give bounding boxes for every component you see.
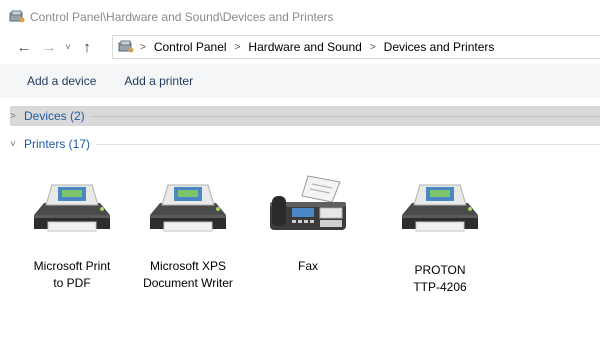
printer-label-line1: PROTON [414, 263, 466, 277]
chevron-right-icon: > [10, 110, 16, 122]
group-label-printers: Printers (17) [24, 137, 91, 151]
breadcrumb-separator-icon[interactable]: > [370, 42, 376, 53]
address-bar[interactable]: > Control Panel > Hardware and Sound > D… [112, 35, 600, 59]
control-panel-icon [118, 40, 134, 53]
printer-item-proton-ttp-4206[interactable]: PROTON TTP-4206 [388, 168, 492, 296]
back-arrow-icon: ← [16, 38, 32, 56]
forward-arrow-icon: → [41, 38, 57, 56]
printer-label-line2: Document Writer [143, 276, 233, 290]
chevron-down-icon: ˅ [10, 138, 16, 150]
up-button[interactable]: ↑ [76, 36, 98, 58]
printer-icon [402, 184, 478, 232]
breadcrumb-control-panel[interactable]: Control Panel [154, 40, 227, 54]
printer-label-line1: Microsoft Print [33, 259, 111, 273]
add-printer-button[interactable]: Add a printer [110, 64, 207, 98]
printer-label-line2: to PDF [53, 276, 91, 290]
forward-button[interactable]: → [38, 36, 60, 58]
printer-item-microsoft-xps-document-writer[interactable]: Microsoft XPS Document Writer [136, 168, 240, 292]
back-button[interactable]: ← [13, 36, 35, 58]
printer-label-line1: Fax [297, 259, 318, 273]
group-divider [90, 115, 600, 117]
control-panel-icon [9, 10, 25, 23]
printer-icon [150, 184, 226, 232]
fax-icon [270, 175, 346, 230]
printer-icon [34, 184, 110, 232]
add-device-button[interactable]: Add a device [0, 64, 110, 98]
breadcrumb-hardware-and-sound[interactable]: Hardware and Sound [248, 40, 361, 54]
printer-item-fax[interactable]: Fax [256, 168, 360, 275]
group-header-devices[interactable]: > Devices (2) [10, 106, 600, 126]
chevron-down-icon: ˅ [65, 42, 71, 52]
group-divider [96, 143, 600, 145]
breadcrumb-separator-icon[interactable]: > [235, 42, 241, 53]
title-bar: Control Panel\Hardware and Sound\Devices… [0, 0, 600, 34]
group-label-devices: Devices (2) [24, 109, 85, 123]
recent-locations-button[interactable]: ˅ [60, 36, 76, 58]
command-bar: Add a device Add a printer [0, 64, 600, 98]
printer-label-line1: Microsoft XPS [149, 259, 227, 273]
group-header-printers[interactable]: ˅ Printers (17) [10, 134, 600, 154]
printer-item-microsoft-print-to-pdf[interactable]: Microsoft Print to PDF [20, 168, 124, 292]
up-arrow-icon: ↑ [83, 38, 91, 56]
title-path: Control Panel\Hardware and Sound\Devices… [30, 10, 334, 24]
breadcrumb-devices-and-printers[interactable]: Devices and Printers [384, 40, 495, 54]
breadcrumb-separator-icon[interactable]: > [140, 42, 146, 53]
printer-label-line2: TTP-4206 [413, 280, 467, 294]
